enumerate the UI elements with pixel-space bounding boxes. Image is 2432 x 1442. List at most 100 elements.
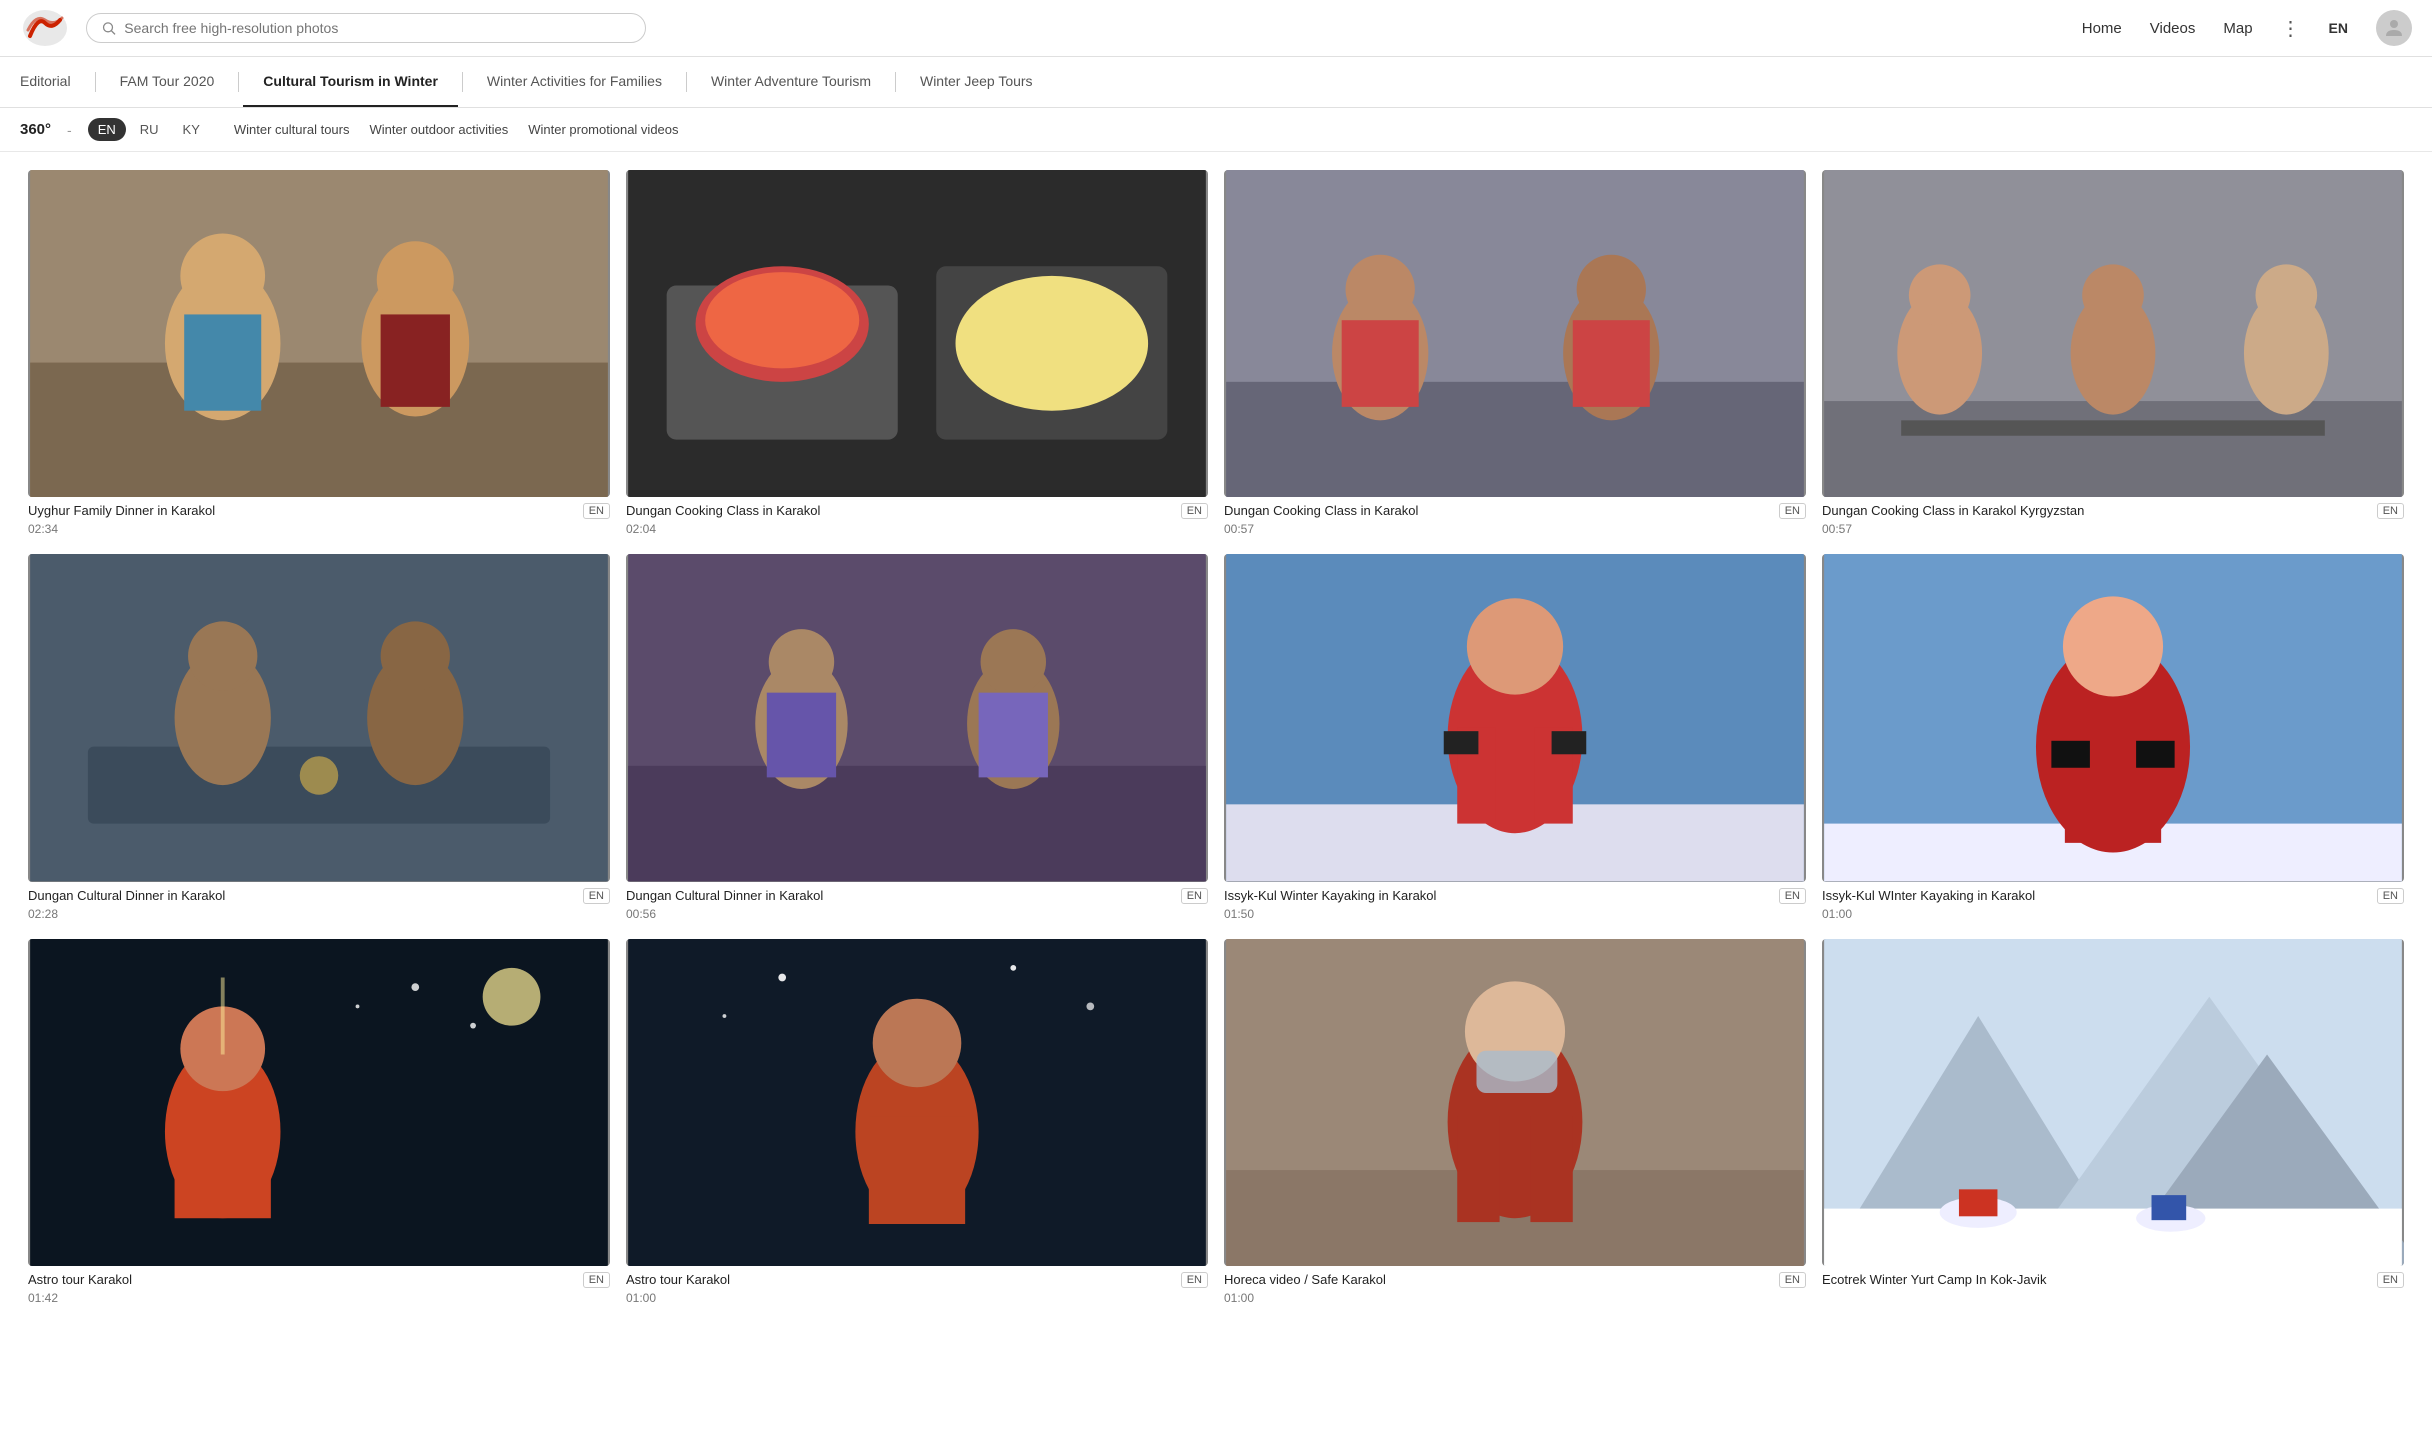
filter-bar: 360° - ENRUKY Winter cultural toursWinte… [0, 108, 2432, 152]
video-lang-badge: EN [583, 503, 610, 519]
video-thumbnail [28, 939, 610, 1266]
video-title-wrap: Dungan Cultural Dinner in Karakol02:28 [28, 888, 575, 921]
video-lang-badge: EN [1779, 888, 1806, 904]
video-lang-badge: EN [2377, 1272, 2404, 1288]
lang-pill-ru[interactable]: RU [130, 118, 169, 141]
video-card[interactable]: Issyk-Kul WInter Kayaking in Karakol 01:0… [1814, 546, 2412, 930]
video-card[interactable]: Dungan Cooking Class in Karakol02:04 EN [618, 162, 1216, 546]
video-info: Astro tour Karakol 01:42 EN [28, 1266, 610, 1307]
video-thumbnail [1822, 170, 2404, 497]
tab-divider [462, 72, 463, 92]
video-lang-badge: EN [583, 888, 610, 904]
nav-home[interactable]: Home [2082, 20, 2122, 37]
video-card[interactable]: Dungan Cultural Dinner in Karakol00:56 EN [618, 546, 1216, 930]
video-thumbnail [626, 554, 1208, 881]
video-title: Issyk-Kul WInter Kayaking in Karakol [1822, 888, 2369, 905]
video-title: Dungan Cultural Dinner in Karakol [626, 888, 1173, 905]
video-title-wrap: Dungan Cooking Class in Karakol Kyrgyzst… [1822, 503, 2369, 536]
video-lang-badge: EN [1181, 503, 1208, 519]
video-title-wrap: Horeca video / Safe Karakol 01:00 [1224, 1272, 1771, 1305]
video-lang-badge: EN [2377, 888, 2404, 904]
video-info: Dungan Cooking Class in Karakol 00:57 EN [1224, 497, 1806, 538]
more-menu-icon[interactable]: ⋮ [2281, 16, 2301, 41]
video-duration: 01:00 [1224, 1291, 1771, 1305]
video-info: Ecotrek Winter Yurt Camp In Kok-JavikEN [1822, 1266, 2404, 1293]
video-card[interactable]: Ecotrek Winter Yurt Camp In Kok-JavikEN [1814, 931, 2412, 1315]
video-title: Astro tour Karakol [28, 1272, 575, 1289]
video-card[interactable]: Dungan Cultural Dinner in Karakol02:28 EN [20, 546, 618, 930]
category-tab-winter-adventure[interactable]: Winter Adventure Tourism [691, 57, 891, 107]
filter-tag-1[interactable]: Winter outdoor activities [369, 122, 508, 137]
video-card[interactable]: Horeca video / Safe Karakol01:00EN [1216, 931, 1814, 1315]
logo[interactable] [20, 8, 70, 48]
tab-divider [238, 72, 239, 92]
category-tab-editorial[interactable]: Editorial [20, 57, 91, 107]
lang-pill-ky[interactable]: KY [173, 118, 210, 141]
video-duration: 01:00 [1822, 907, 2369, 921]
video-title-wrap: Issyk-Kul WInter Kayaking in Karakol 01:0… [1822, 888, 2369, 921]
video-info: Issyk-Kul WInter Kayaking in Karakol 01:0… [1822, 882, 2404, 923]
video-title: Dungan Cooking Class in Karakol [1224, 503, 1771, 520]
category-tab-cultural-tourism[interactable]: Cultural Tourism in Winter [243, 57, 458, 107]
video-card[interactable]: Issyk-Kul Winter Kayaking in Karakol 01:5… [1216, 546, 1814, 930]
filter-tags: Winter cultural tours Winter outdoor acti… [234, 122, 679, 137]
search-input[interactable] [124, 20, 631, 36]
video-duration: 01:50 [1224, 907, 1771, 921]
video-lang-badge: EN [1181, 888, 1208, 904]
video-card[interactable]: Astro tour Karakol01:00EN [618, 931, 1216, 1315]
search-icon [101, 20, 116, 36]
video-card[interactable]: Dungan Cooking Class in Karakol Kyrgyzst… [1814, 162, 2412, 546]
video-title-wrap: Uyghur Family Dinner in Karakol02:34 [28, 503, 575, 536]
video-lang-badge: EN [2377, 503, 2404, 519]
tab-divider [95, 72, 96, 92]
video-title-wrap: Dungan Cultural Dinner in Karakol00:56 [626, 888, 1173, 921]
nav-map[interactable]: Map [2223, 20, 2252, 37]
video-info: Astro tour Karakol01:00EN [626, 1266, 1208, 1307]
video-thumbnail [28, 554, 610, 881]
video-title: Horeca video / Safe Karakol [1224, 1272, 1771, 1289]
video-info: Dungan Cooking Class in Karakol02:04 EN [626, 497, 1208, 538]
video-duration: 02:34 [28, 522, 575, 536]
video-info: Horeca video / Safe Karakol01:00EN [1224, 1266, 1806, 1307]
video-title: Dungan Cultural Dinner in Karakol [28, 888, 575, 905]
tab-divider [895, 72, 896, 92]
filter-tag-0[interactable]: Winter cultural tours [234, 122, 350, 137]
video-title-wrap: Dungan Cooking Class in Karakol02:04 [626, 503, 1173, 536]
video-duration: 01:42 [28, 1291, 575, 1305]
video-thumbnail [1822, 939, 2404, 1266]
video-info: Uyghur Family Dinner in Karakol02:34 EN [28, 497, 610, 538]
filter-360-label: 360° [20, 121, 51, 138]
lang-pills: ENRUKY [88, 118, 210, 141]
video-title: Astro tour Karakol [626, 1272, 1173, 1289]
video-thumbnail [626, 939, 1208, 1266]
video-thumbnail [1224, 554, 1806, 881]
video-info: Issyk-Kul Winter Kayaking in Karakol 01:5… [1224, 882, 1806, 923]
video-duration: 01:00 [626, 1291, 1173, 1305]
video-title: Dungan Cooking Class in Karakol Kyrgyzst… [1822, 503, 2369, 520]
video-card[interactable]: Uyghur Family Dinner in Karakol02:34 EN [20, 162, 618, 546]
video-lang-badge: EN [1779, 503, 1806, 519]
category-tab-winter-families[interactable]: Winter Activities for Families [467, 57, 682, 107]
video-info: Dungan Cultural Dinner in Karakol02:28 EN [28, 882, 610, 923]
video-card[interactable]: Dungan Cooking Class in Karakol 00:57 EN [1216, 162, 1814, 546]
video-thumbnail [1224, 939, 1806, 1266]
filter-tag-2[interactable]: Winter promotional videos [528, 122, 678, 137]
nav-videos[interactable]: Videos [2150, 20, 2196, 37]
video-duration: 00:57 [1822, 522, 2369, 536]
lang-pill-en[interactable]: EN [88, 118, 126, 141]
avatar[interactable] [2376, 10, 2412, 46]
video-title: Issyk-Kul Winter Kayaking in Karakol [1224, 888, 1771, 905]
video-duration: 00:57 [1224, 522, 1771, 536]
video-card[interactable]: Astro tour Karakol 01:42 EN [20, 931, 618, 1315]
category-tab-winter-jeep[interactable]: Winter Jeep Tours [900, 57, 1053, 107]
search-bar[interactable] [86, 13, 646, 43]
video-info: Dungan Cooking Class in Karakol Kyrgyzst… [1822, 497, 2404, 538]
video-lang-badge: EN [583, 1272, 610, 1288]
video-thumbnail [626, 170, 1208, 497]
header: Home Videos Map ⋮ EN [0, 0, 2432, 57]
language-selector[interactable]: EN [2329, 20, 2348, 36]
category-tabs: EditorialFAM Tour 2020Cultural Tourism i… [0, 57, 2432, 108]
video-duration: 02:04 [626, 522, 1173, 536]
category-tab-fam-tour[interactable]: FAM Tour 2020 [100, 57, 235, 107]
header-nav: Home Videos Map ⋮ EN [2082, 10, 2412, 46]
